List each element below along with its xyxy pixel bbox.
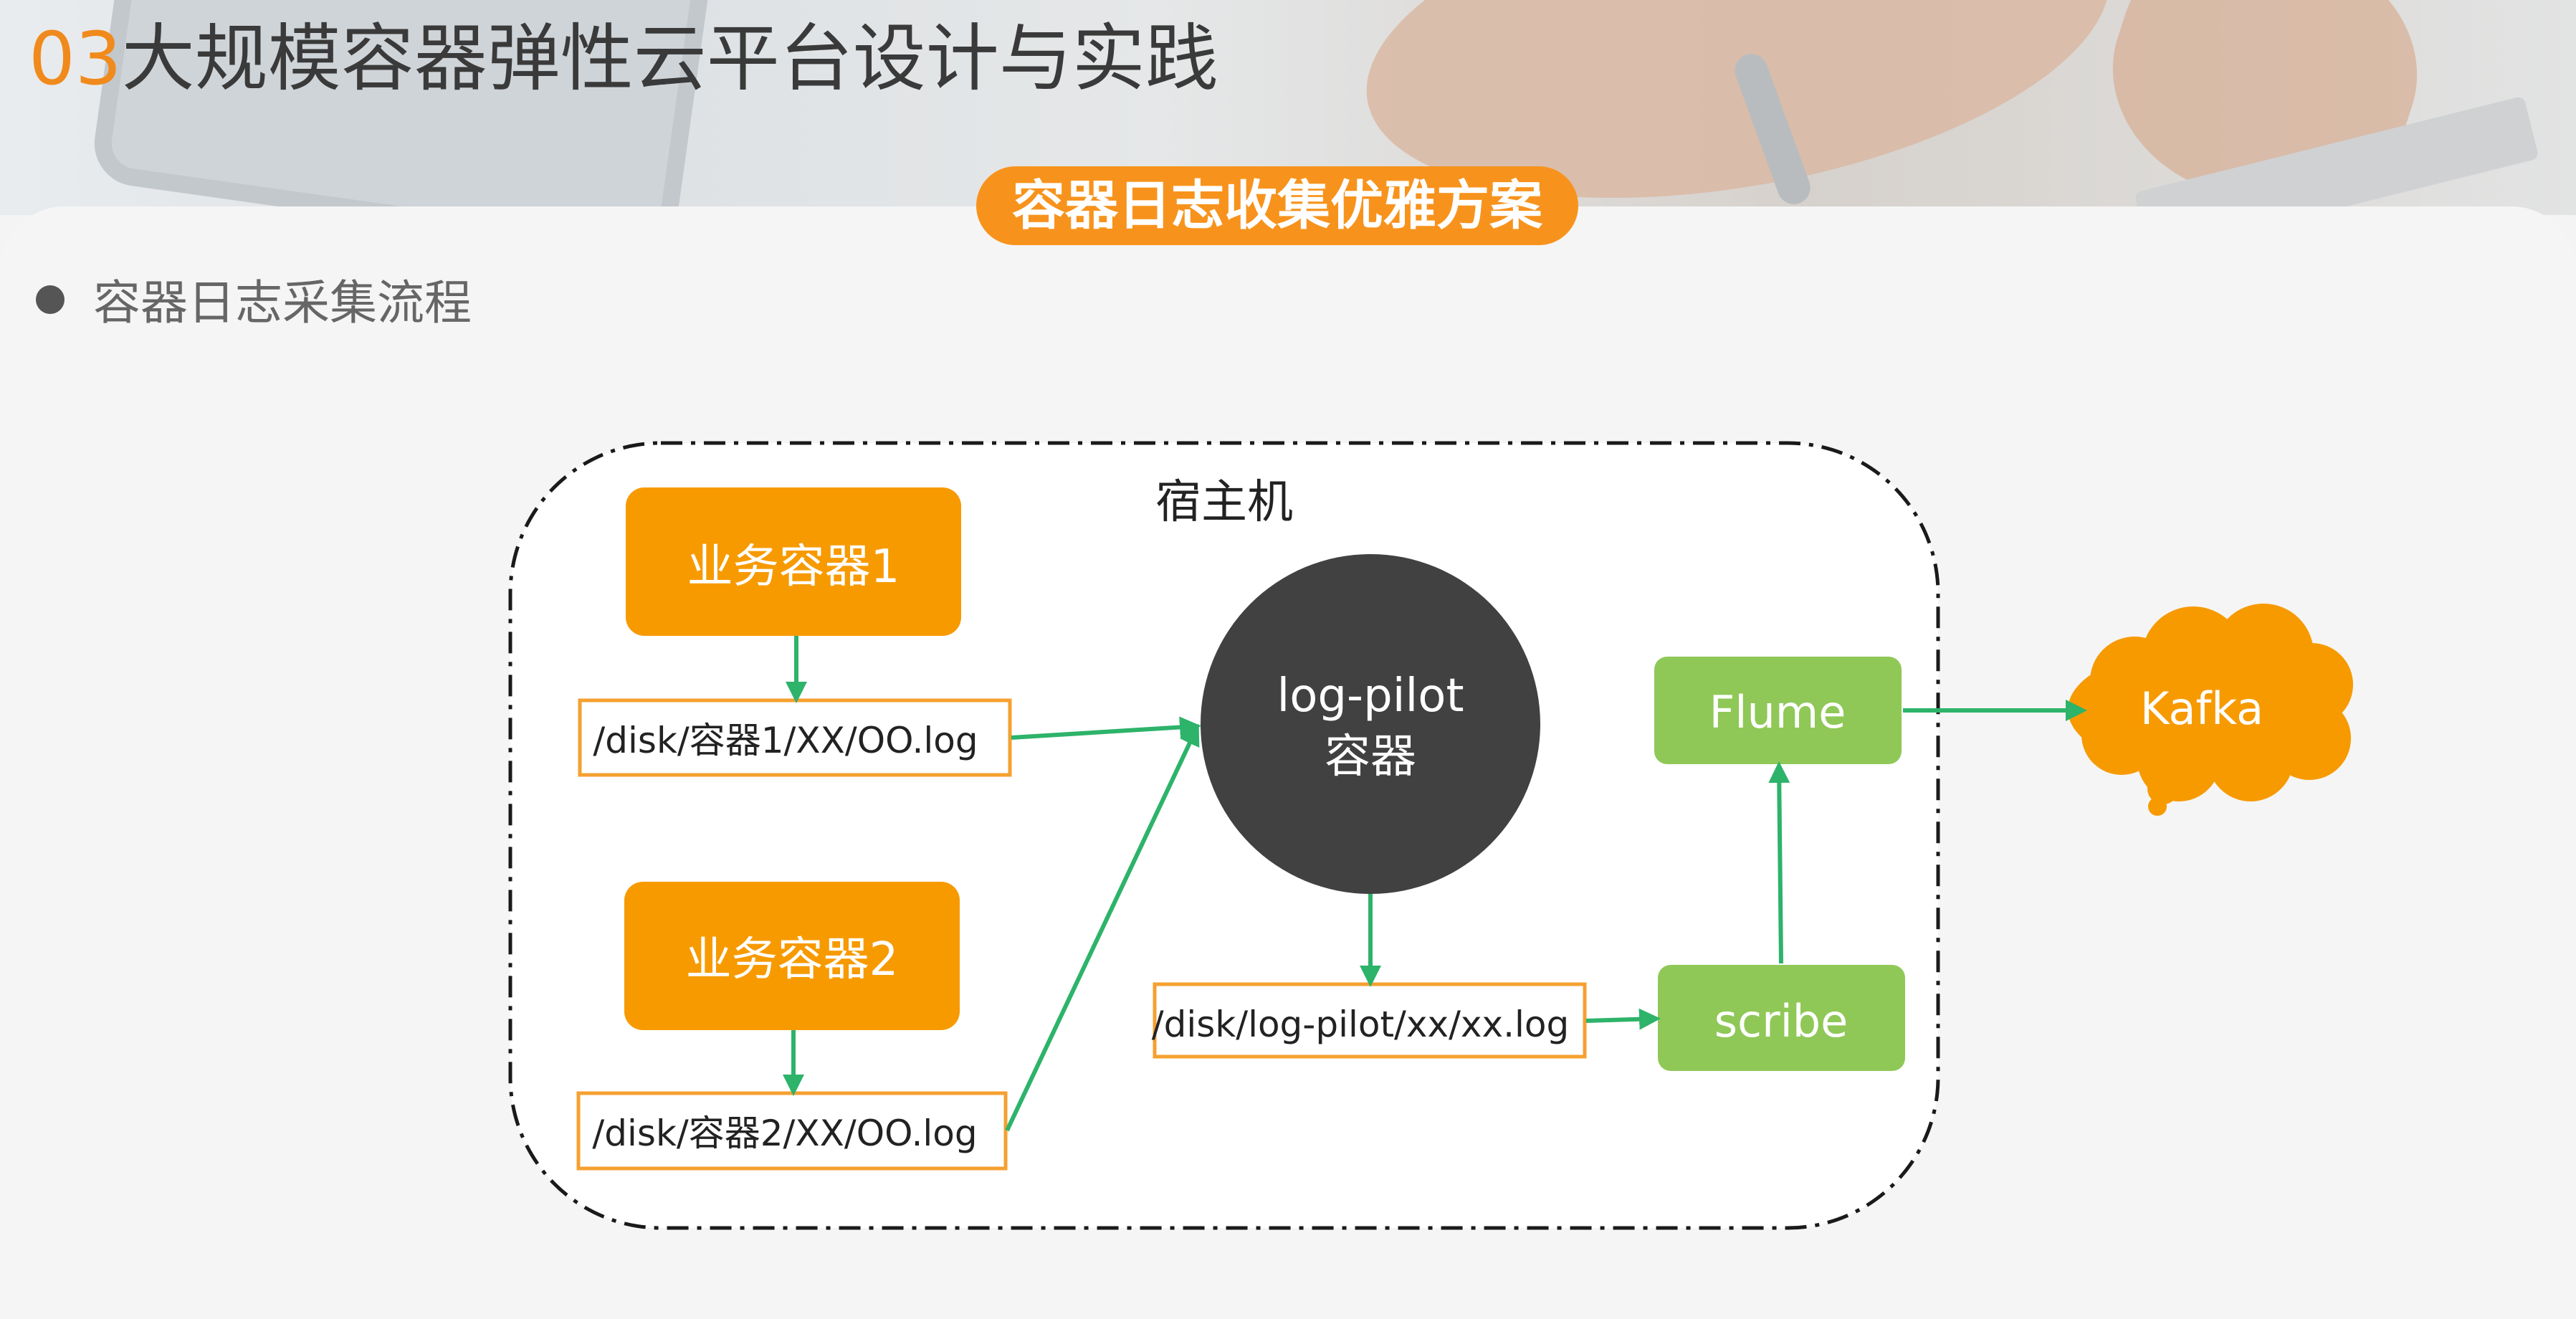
- pilot-log-path-label: /disk/log-pilot/xx/xx.log: [1152, 1004, 1569, 1045]
- business-container-1-label: 业务容器1: [687, 541, 900, 594]
- scribe-label: scribe: [1714, 995, 1848, 1047]
- log-pilot-container: [1201, 554, 1540, 894]
- business-container-2-label: 业务容器2: [686, 933, 899, 986]
- log-path-2-label: /disk/容器2/XX/OO.log: [592, 1113, 977, 1154]
- log-pilot-label-line2: 容器: [1325, 730, 1416, 784]
- arrow-pilotpath-to-scribe: [1585, 1008, 1661, 1030]
- kafka-label: Kafka: [2140, 682, 2263, 735]
- log-path-1-label: /disk/容器1/XX/OO.log: [593, 720, 978, 761]
- log-collection-diagram: 宿主机 业务容器1 业务容器2 /disk/容器1/XX/OO.log /dis…: [508, 441, 2353, 1230]
- host-label: 宿主机: [1155, 476, 1293, 529]
- flume-label: Flume: [1709, 686, 1846, 738]
- log-pilot-label-line1: log-pilot: [1277, 670, 1464, 723]
- arrow-scribe-to-flume: [1768, 761, 1790, 964]
